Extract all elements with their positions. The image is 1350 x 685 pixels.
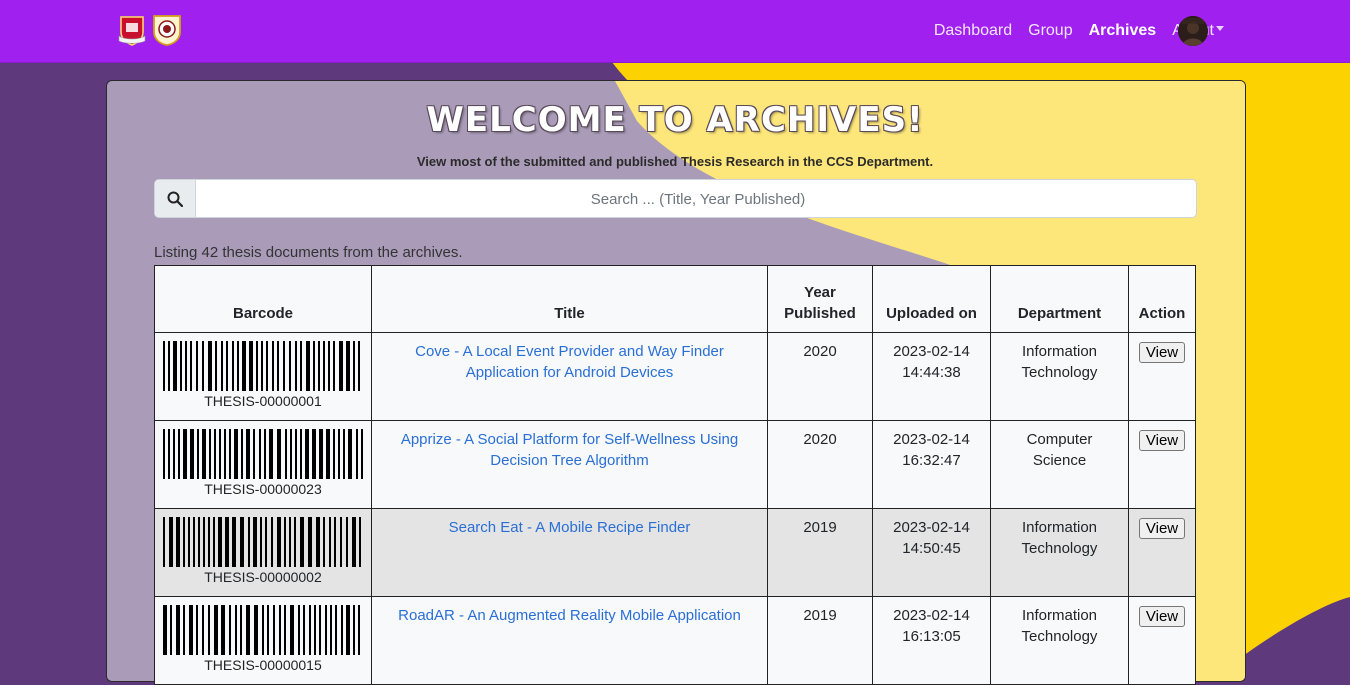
caret-down-icon xyxy=(1216,25,1224,31)
uploaded-time: 14:44:38 xyxy=(902,364,961,381)
view-button[interactable]: View xyxy=(1138,518,1186,539)
table-row: THESIS-00000002 Search Eat - A Mobile Re… xyxy=(154,508,1196,597)
barcode-icon xyxy=(163,429,363,479)
table-row: THESIS-00000015 RoadAR - An Augmented Re… xyxy=(154,596,1196,685)
navbar: Dashboard Group Archives About xyxy=(0,0,1350,63)
listing-count: Listing 42 thesis documents from the arc… xyxy=(154,244,463,261)
uploaded-time: 14:50:45 xyxy=(902,540,961,557)
uploaded-date: 2023-02-14 xyxy=(893,607,970,624)
year-cell: 2020 xyxy=(767,420,873,509)
barcode-cell: THESIS-00000001 xyxy=(154,332,372,421)
uploaded-cell: 2023-02-14 16:32:47 xyxy=(872,420,991,509)
search-bar xyxy=(154,179,1197,218)
title-cell: RoadAR - An Augmented Reality Mobile App… xyxy=(371,596,768,685)
title-cell: Cove - A Local Event Provider and Way Fi… xyxy=(371,332,768,421)
department-line1: Information xyxy=(1021,343,1098,360)
barcode-label: THESIS-00000002 xyxy=(204,569,322,585)
college-seal-icon[interactable] xyxy=(151,14,181,46)
year-cell: 2020 xyxy=(767,332,873,421)
header-title: Title xyxy=(371,265,768,333)
barcode-label: THESIS-00000023 xyxy=(204,481,322,497)
department-line1: Computer xyxy=(1026,431,1093,448)
table-row: THESIS-00000001 Cove - A Local Event Pro… xyxy=(154,332,1196,421)
page-subtitle: View most of the submitted and published… xyxy=(416,154,934,169)
uploaded-time: 16:13:05 xyxy=(902,628,961,645)
barcode-icon xyxy=(163,517,361,567)
barcode-icon xyxy=(163,341,360,391)
barcode-cell: THESIS-00000002 xyxy=(154,508,372,597)
barcode-icon xyxy=(163,605,360,655)
table-header-row: Barcode Title Year Published Uploaded on … xyxy=(154,265,1196,333)
action-cell: View xyxy=(1128,332,1196,421)
header-year-line2: Published xyxy=(784,305,856,322)
action-cell: View xyxy=(1128,420,1196,509)
action-cell: View xyxy=(1128,508,1196,597)
header-barcode: Barcode xyxy=(154,265,372,333)
department-cell: Computer Science xyxy=(990,420,1129,509)
archives-table: Barcode Title Year Published Uploaded on … xyxy=(154,265,1196,685)
uploaded-time: 16:32:47 xyxy=(902,452,961,469)
uploaded-date: 2023-02-14 xyxy=(893,343,970,360)
search-input[interactable] xyxy=(196,180,1196,217)
page-title: Welcome to Archives! xyxy=(426,100,924,140)
year-cell: 2019 xyxy=(767,596,873,685)
header-year-line1: Year xyxy=(804,284,836,301)
nav-dashboard[interactable]: Dashboard xyxy=(926,22,1020,40)
header-year: Year Published xyxy=(767,265,873,333)
department-cell: Information Technology xyxy=(990,508,1129,597)
uploaded-cell: 2023-02-14 14:50:45 xyxy=(872,508,991,597)
department-cell: Information Technology xyxy=(990,596,1129,685)
department-line1: Information xyxy=(1021,607,1098,624)
barcode-cell: THESIS-00000023 xyxy=(154,420,372,509)
uploaded-date: 2023-02-14 xyxy=(893,519,970,536)
uploaded-cell: 2023-02-14 16:13:05 xyxy=(872,596,991,685)
university-seal-icon[interactable] xyxy=(117,14,147,46)
user-menu-toggle[interactable] xyxy=(1178,16,1224,46)
uploaded-cell: 2023-02-14 14:44:38 xyxy=(872,332,991,421)
uploaded-date: 2023-02-14 xyxy=(893,431,970,448)
table-row: THESIS-00000023 Apprize - A Social Platf… xyxy=(154,420,1196,509)
thesis-title-link[interactable]: Search Eat - A Mobile Recipe Finder xyxy=(449,519,691,536)
action-cell: View xyxy=(1128,596,1196,685)
thesis-title-link[interactable]: RoadAR - An Augmented Reality Mobile App… xyxy=(398,607,741,624)
view-button[interactable]: View xyxy=(1138,342,1186,363)
search-button[interactable] xyxy=(155,180,196,217)
barcode-cell: THESIS-00000015 xyxy=(154,596,372,685)
header-uploaded: Uploaded on xyxy=(872,265,991,333)
header-department: Department xyxy=(990,265,1129,333)
department-line2: Technology xyxy=(1021,540,1098,557)
department-line2: Technology xyxy=(1021,628,1098,645)
thesis-title-link[interactable]: Cove - A Local Event Provider and Way Fi… xyxy=(415,343,724,381)
nav-archives[interactable]: Archives xyxy=(1081,22,1165,40)
view-button[interactable]: View xyxy=(1138,430,1186,451)
title-cell: Search Eat - A Mobile Recipe Finder xyxy=(371,508,768,597)
title-cell: Apprize - A Social Platform for Self-Wel… xyxy=(371,420,768,509)
department-line1: Information xyxy=(1021,519,1098,536)
year-cell: 2019 xyxy=(767,508,873,597)
department-cell: Information Technology xyxy=(990,332,1129,421)
department-line2: Technology xyxy=(1021,364,1098,381)
barcode-label: THESIS-00000001 xyxy=(204,393,322,409)
department-line2: Science xyxy=(1032,452,1087,469)
barcode-label: THESIS-00000015 xyxy=(204,657,322,673)
header-action: Action xyxy=(1128,265,1196,333)
avatar[interactable] xyxy=(1178,16,1208,46)
nav-group[interactable]: Group xyxy=(1020,22,1080,40)
view-button[interactable]: View xyxy=(1138,606,1186,627)
thesis-title-link[interactable]: Apprize - A Social Platform for Self-Wel… xyxy=(401,431,738,469)
magnifier-icon xyxy=(167,191,183,207)
